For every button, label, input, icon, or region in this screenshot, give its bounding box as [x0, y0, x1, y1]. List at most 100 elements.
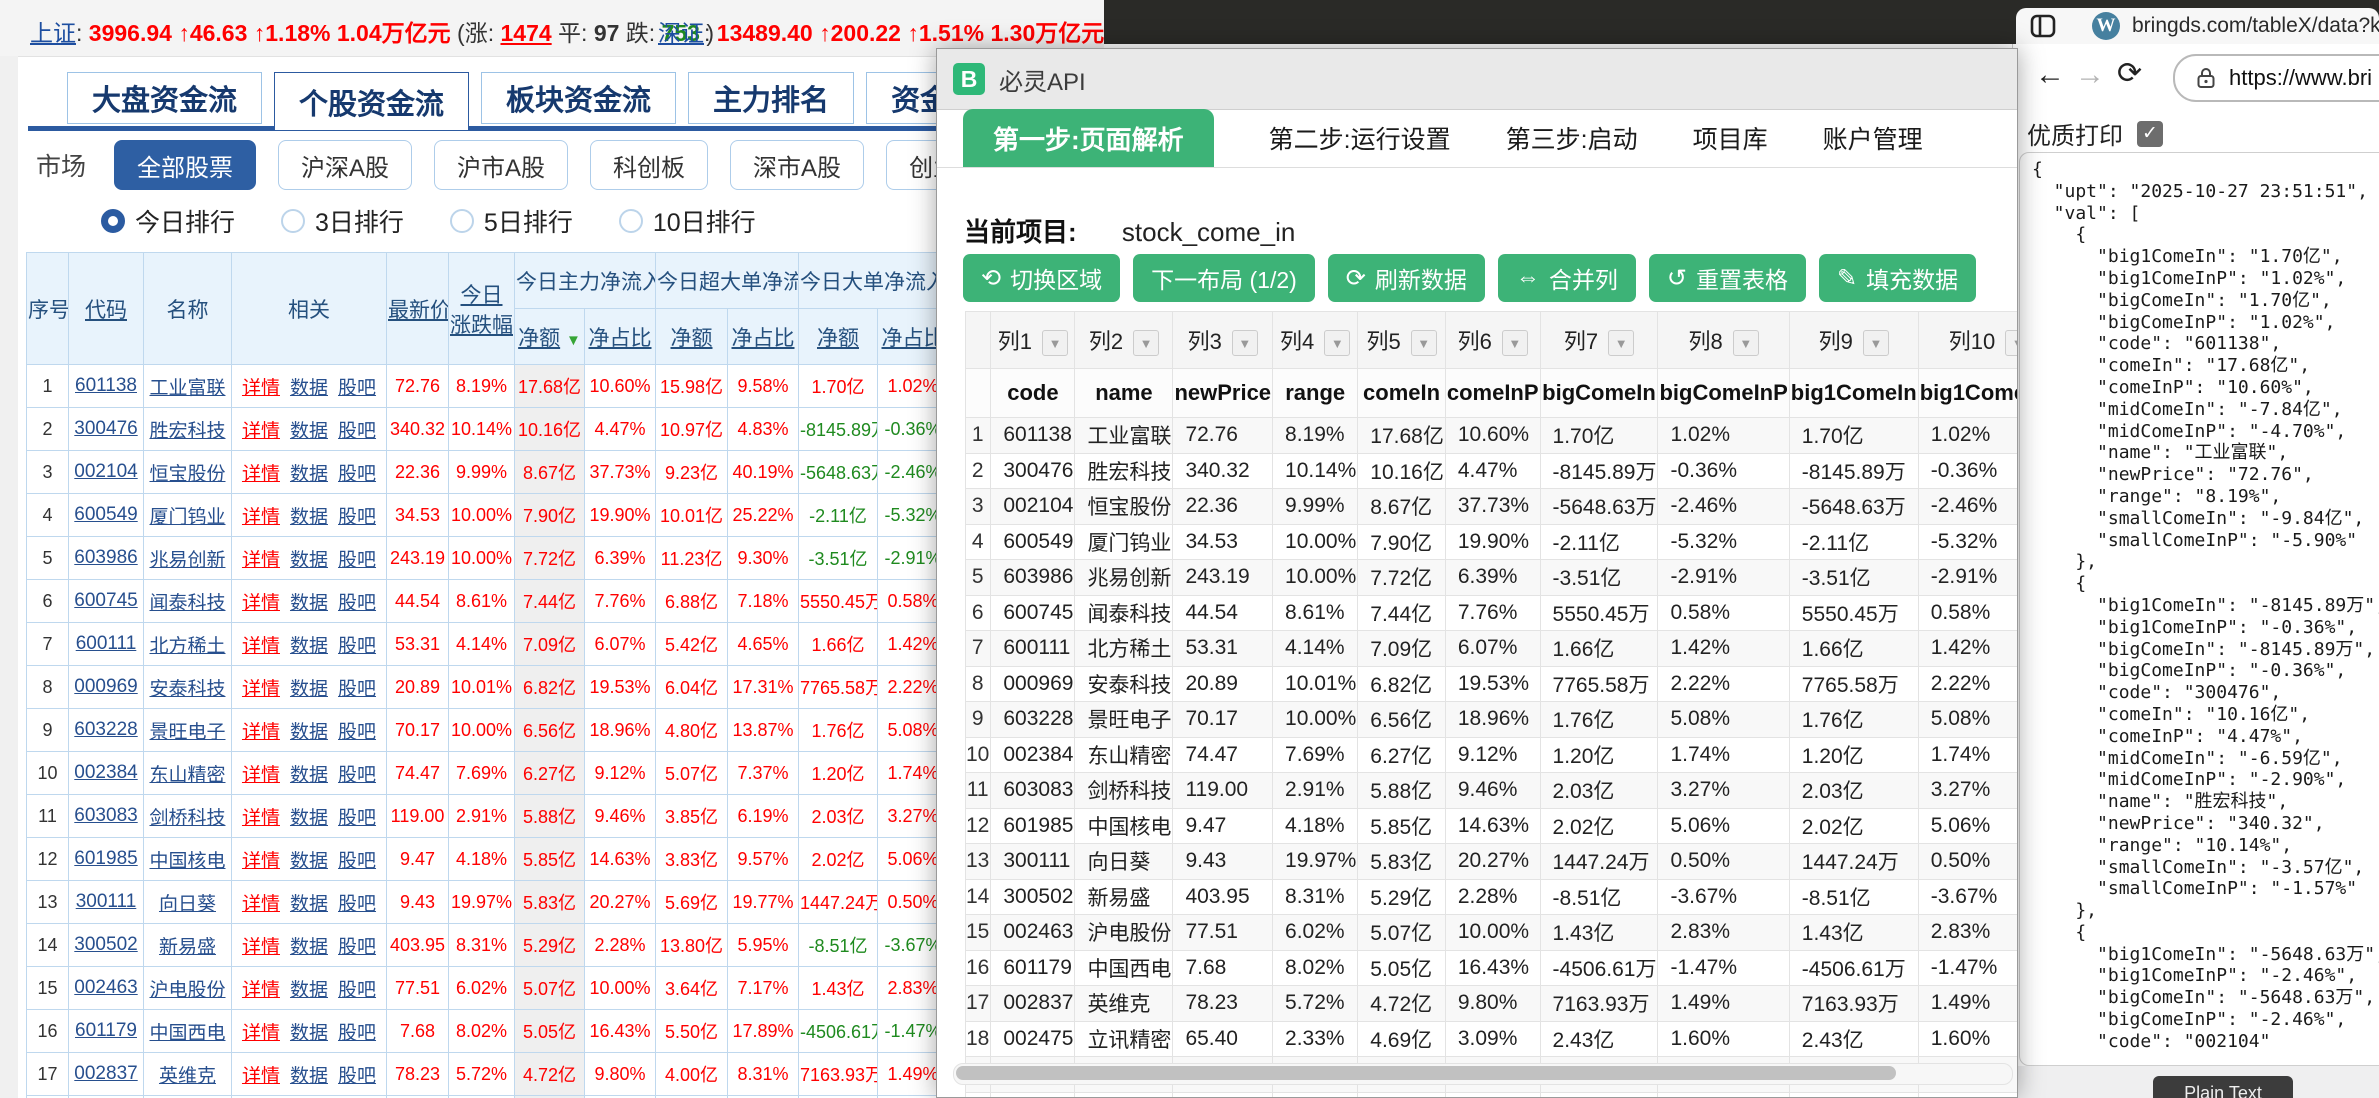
radio-icon[interactable]	[619, 209, 643, 233]
index-link[interactable]: 上证	[30, 20, 76, 46]
api-col-2[interactable]: 列2▼	[1075, 312, 1173, 369]
related-link-股吧[interactable]: 股吧	[338, 894, 376, 915]
period-option-5日排行[interactable]: 5日排行	[450, 203, 573, 239]
filter-icon[interactable]: ▼	[1608, 330, 1634, 356]
col-change-sort[interactable]: 今日涨跌幅	[449, 253, 515, 365]
tab-layout-icon[interactable]	[2030, 13, 2056, 39]
scrollbar-thumb[interactable]	[956, 1066, 1896, 1080]
related-link-股吧[interactable]: 股吧	[338, 421, 376, 442]
stock-code-link[interactable]: 601138	[75, 375, 137, 396]
api-col-8[interactable]: 列8▼	[1658, 312, 1789, 369]
subcol-net[interactable]: 净额	[799, 309, 878, 365]
related-link-详情[interactable]: 详情	[242, 421, 280, 442]
filter-icon[interactable]: ▼	[1502, 330, 1528, 356]
filter-icon[interactable]: ▼	[2005, 330, 2018, 356]
related-link-详情[interactable]: 详情	[242, 1066, 280, 1087]
related-link-详情[interactable]: 详情	[242, 851, 280, 872]
period-option-今日排行[interactable]: 今日排行	[101, 203, 235, 239]
back-icon[interactable]: ←	[2035, 58, 2065, 92]
stock-code-link[interactable]: 601985	[74, 848, 137, 869]
horizontal-scrollbar[interactable]	[953, 1063, 2013, 1085]
action-button-合并列[interactable]: ⇔合并列	[1498, 254, 1636, 302]
related-link-股吧[interactable]: 股吧	[338, 851, 376, 872]
stock-code-link[interactable]: 300502	[74, 934, 137, 955]
related-link-详情[interactable]: 详情	[242, 808, 280, 829]
filter-icon[interactable]: ▼	[1411, 330, 1437, 356]
pretty-print-checkbox[interactable]: ✓	[2137, 121, 2163, 147]
filter-icon[interactable]: ▼	[1042, 330, 1068, 356]
col-price-sort[interactable]: 最新价	[387, 253, 449, 365]
related-link-数据[interactable]: 数据	[290, 980, 328, 1001]
filter-icon[interactable]: ▼	[1863, 330, 1889, 356]
plain-text-chip[interactable]: Plain Text	[2153, 1076, 2293, 1098]
browser-tab-title[interactable]: bringds.com/tableX/data?key=A	[2132, 14, 2379, 38]
url-text[interactable]: https://www.bri	[2229, 65, 2372, 91]
related-link-详情[interactable]: 详情	[242, 636, 280, 657]
stock-code-link[interactable]: 603986	[74, 547, 137, 568]
related-link-详情[interactable]: 详情	[242, 765, 280, 786]
related-link-详情[interactable]: 详情	[242, 1023, 280, 1044]
radio-icon[interactable]	[450, 209, 474, 233]
filter-icon[interactable]: ▼	[1133, 330, 1159, 356]
related-link-股吧[interactable]: 股吧	[338, 1023, 376, 1044]
action-button-下一布局 (1/2)[interactable]: 下一布局 (1/2)	[1133, 254, 1315, 302]
biling-titlebar[interactable]: B 必灵API	[937, 49, 2017, 110]
related-link-数据[interactable]: 数据	[290, 679, 328, 700]
related-link-详情[interactable]: 详情	[242, 980, 280, 1001]
related-link-股吧[interactable]: 股吧	[338, 937, 376, 958]
action-button-重置表格[interactable]: ↺重置表格	[1649, 254, 1806, 302]
stock-name-link[interactable]: 向日葵	[159, 894, 216, 915]
stock-name-link[interactable]: 英维克	[159, 1066, 216, 1087]
browser-tab[interactable]: W bringds.com/tableX/data?key=A	[2016, 8, 2379, 44]
forward-icon[interactable]: →	[2075, 58, 2105, 92]
related-link-股吧[interactable]: 股吧	[338, 765, 376, 786]
stock-name-link[interactable]: 景旺电子	[149, 722, 225, 743]
related-link-数据[interactable]: 数据	[290, 1066, 328, 1087]
stock-code-link[interactable]: 002384	[74, 762, 137, 783]
stock-name-link[interactable]: 恒宝股份	[149, 464, 225, 485]
related-link-详情[interactable]: 详情	[242, 507, 280, 528]
related-link-股吧[interactable]: 股吧	[338, 593, 376, 614]
related-link-数据[interactable]: 数据	[290, 464, 328, 485]
radio-icon[interactable]	[101, 209, 125, 233]
refresh-icon[interactable]: ⟳	[2117, 56, 2142, 91]
related-link-数据[interactable]: 数据	[290, 550, 328, 571]
api-col-7[interactable]: 列7▼	[1540, 312, 1658, 369]
stock-name-link[interactable]: 剑桥科技	[149, 808, 225, 829]
subcol-pct[interactable]: 净占比	[585, 309, 656, 365]
biling-tab-4[interactable]: 项目库	[1693, 109, 1768, 167]
stock-code-link[interactable]: 002104	[74, 461, 137, 482]
col-code-sort[interactable]: 代码	[69, 253, 144, 365]
nav-tab-主力排名[interactable]: 主力排名	[688, 72, 854, 124]
stock-name-link[interactable]: 沪电股份	[149, 980, 225, 1001]
related-link-详情[interactable]: 详情	[242, 378, 280, 399]
stock-name-link[interactable]: 新易盛	[159, 937, 216, 958]
related-link-股吧[interactable]: 股吧	[338, 378, 376, 399]
stock-code-link[interactable]: 002463	[74, 977, 137, 998]
stock-code-link[interactable]: 601179	[75, 1020, 137, 1041]
related-link-详情[interactable]: 详情	[242, 464, 280, 485]
market-button-沪市A股[interactable]: 沪市A股	[434, 140, 568, 190]
stock-name-link[interactable]: 北方稀土	[149, 636, 225, 657]
related-link-股吧[interactable]: 股吧	[338, 1066, 376, 1087]
stock-name-link[interactable]: 闻泰科技	[149, 593, 225, 614]
api-col-9[interactable]: 列9▼	[1789, 312, 1918, 369]
api-col-3[interactable]: 列3▼	[1173, 312, 1273, 369]
related-link-详情[interactable]: 详情	[242, 679, 280, 700]
biling-tab-1[interactable]: 第一步:页面解析	[963, 109, 1214, 167]
stock-code-link[interactable]: 600111	[76, 633, 137, 654]
market-button-沪深A股[interactable]: 沪深A股	[278, 140, 412, 190]
related-link-股吧[interactable]: 股吧	[338, 808, 376, 829]
related-link-股吧[interactable]: 股吧	[338, 507, 376, 528]
stock-name-link[interactable]: 中国核电	[149, 851, 225, 872]
stock-name-link[interactable]: 中国西电	[149, 1023, 225, 1044]
period-option-10日排行[interactable]: 10日排行	[619, 203, 756, 239]
stock-code-link[interactable]: 300111	[76, 891, 137, 912]
nav-tab-板块资金流[interactable]: 板块资金流	[481, 72, 676, 124]
period-option-3日排行[interactable]: 3日排行	[281, 203, 404, 239]
related-link-数据[interactable]: 数据	[290, 808, 328, 829]
stock-name-link[interactable]: 工业富联	[149, 378, 225, 399]
related-link-股吧[interactable]: 股吧	[338, 980, 376, 1001]
stock-code-link[interactable]: 603083	[74, 805, 137, 826]
market-button-深市A股[interactable]: 深市A股	[730, 140, 864, 190]
